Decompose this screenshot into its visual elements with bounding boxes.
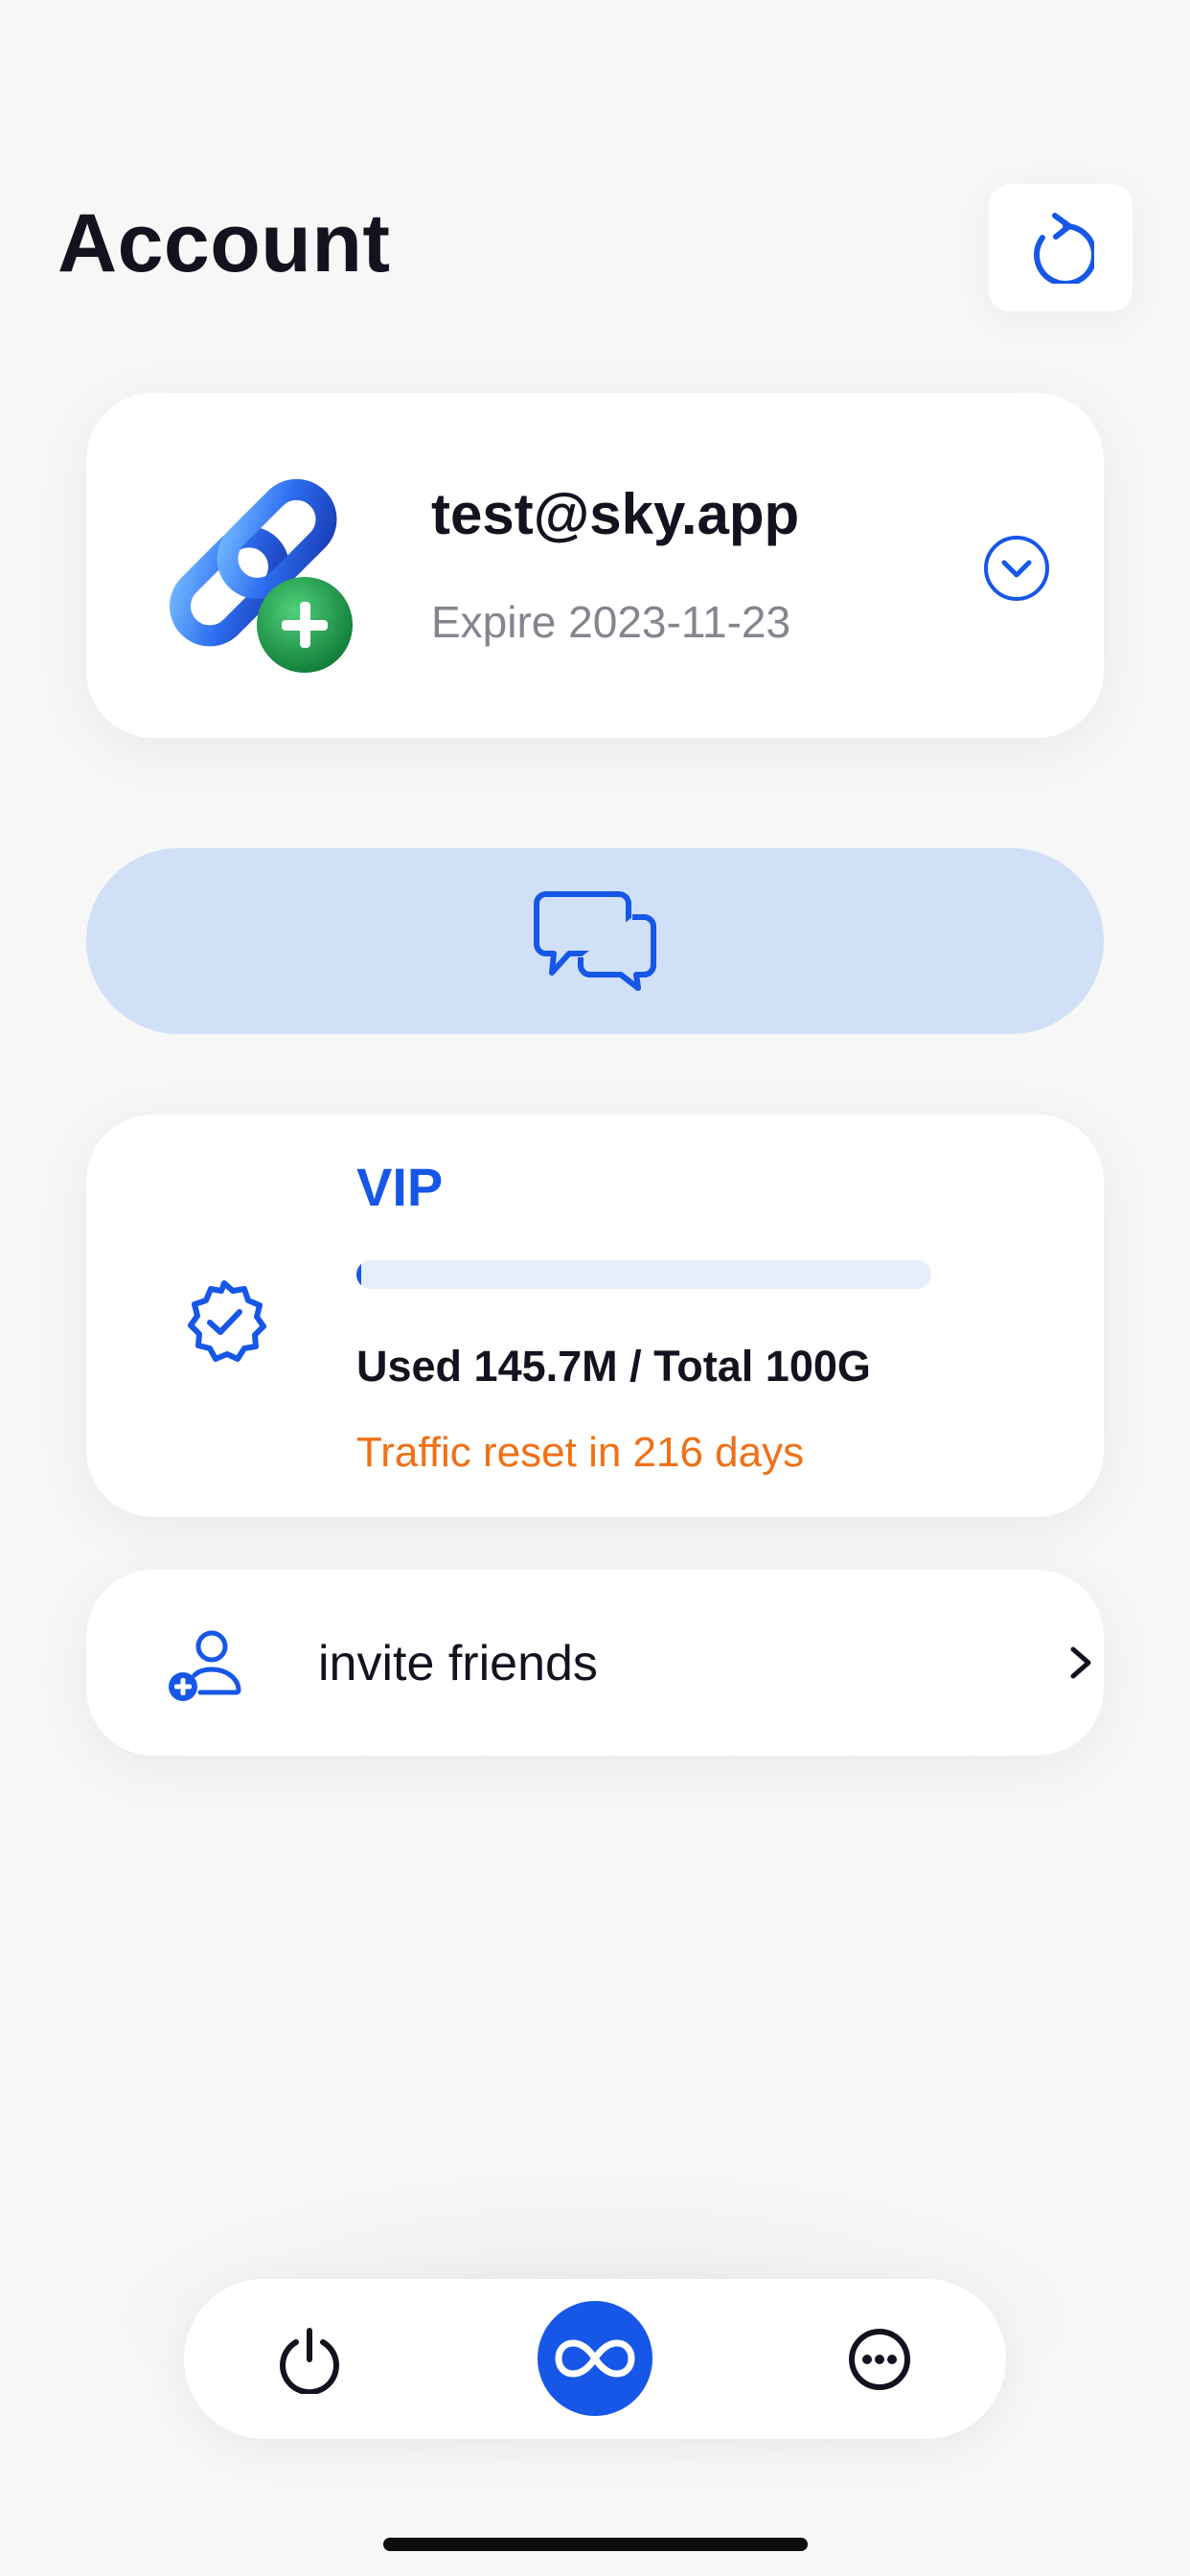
account-card[interactable]: test@sky.app Expire 2023-11-23 bbox=[86, 393, 1104, 738]
vip-card[interactable]: VIP Used 145.7M / Total 100G Traffic res… bbox=[86, 1115, 1104, 1517]
traffic-progress-fill bbox=[356, 1260, 361, 1289]
bottom-navigation bbox=[184, 2279, 1006, 2439]
verified-badge-icon bbox=[188, 1280, 266, 1362]
more-icon bbox=[849, 2329, 910, 2390]
nav-plans-button[interactable] bbox=[538, 2301, 652, 2416]
account-expire-date: Expire 2023-11-23 bbox=[431, 597, 791, 647]
nav-power-button[interactable] bbox=[265, 2315, 354, 2404]
nav-more-button[interactable] bbox=[835, 2315, 924, 2404]
invite-friends-label: invite friends bbox=[318, 1636, 598, 1691]
refresh-button[interactable] bbox=[989, 184, 1133, 311]
infinity-icon bbox=[555, 2339, 635, 2378]
page-title: Account bbox=[57, 197, 391, 289]
traffic-usage: Used 145.7M / Total 100G bbox=[356, 1342, 871, 1391]
home-indicator bbox=[383, 2538, 808, 2551]
power-icon bbox=[280, 2328, 339, 2394]
account-screen: Account test@sky.app Expire 2023-11-23 V… bbox=[0, 0, 1190, 2576]
traffic-reset-notice: Traffic reset in 216 days bbox=[356, 1429, 805, 1476]
person-add-icon bbox=[169, 1630, 241, 1701]
chevron-down-circle-icon[interactable] bbox=[982, 534, 1051, 603]
invite-friends-row[interactable]: invite friends bbox=[86, 1570, 1104, 1756]
refresh-icon bbox=[1034, 212, 1094, 284]
account-email: test@sky.app bbox=[431, 482, 800, 546]
chevron-right-icon bbox=[1070, 1646, 1091, 1679]
link-add-icon bbox=[169, 478, 353, 673]
vip-title: VIP bbox=[356, 1157, 444, 1217]
traffic-progress-bar bbox=[356, 1260, 931, 1289]
support-chat-button[interactable] bbox=[86, 848, 1104, 1034]
chat-bubbles-icon bbox=[534, 891, 656, 991]
